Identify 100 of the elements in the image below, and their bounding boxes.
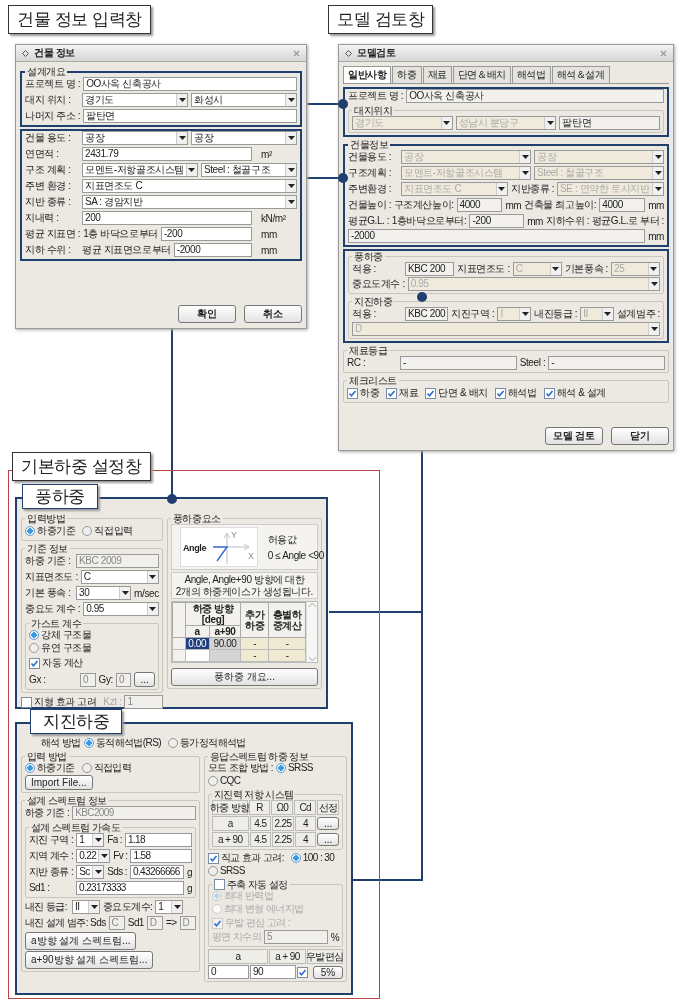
dropdown[interactable]: Sc [76,865,105,879]
dropdown[interactable]: 1 [155,900,184,914]
input-field[interactable]: -2000 [173,243,252,257]
tab[interactable]: 하중 [392,66,422,83]
window-title: 모델검토 [357,46,396,60]
input-field[interactable]: 0.23173333 [76,881,184,895]
tab[interactable]: 일반사항 [343,66,392,83]
tab[interactable]: 해석＆설계 [551,66,610,83]
group-title: 체크리스트 [348,375,398,386]
input-field[interactable]: 1.18 [124,833,192,847]
checkbox[interactable] [494,387,506,399]
radio-button[interactable] [82,526,93,536]
scrollbar[interactable] [306,602,317,662]
radio-button[interactable] [207,776,218,786]
unit-label: mm [261,228,277,240]
input-field[interactable]: KBC 200 [405,262,454,276]
tab[interactable]: 단면＆배치 [452,66,511,83]
button[interactable]: Import File... [25,775,93,790]
dropdown[interactable]: 0.95 [83,602,159,616]
radio-button[interactable] [25,763,35,773]
button[interactable]: ... [317,817,339,830]
checkbox[interactable] [347,387,358,399]
input-field[interactable]: -200 [469,214,525,228]
dropdown[interactable]: 공장 [191,131,297,145]
dropdown[interactable]: C [80,570,159,584]
scroll-up-icon[interactable] [307,602,317,608]
dropdown[interactable]: 30 [76,586,132,600]
dropdown[interactable]: 화성시 [191,93,297,107]
checkbox-label: 직교 효과 고려: [220,852,284,864]
input-field[interactable]: 0.43266666 [129,865,184,879]
radio-label: 최대 반력법 [223,890,274,902]
input-field[interactable]: 1.58 [130,849,192,863]
radio-button[interactable] [25,526,35,536]
checkbox[interactable] [21,696,32,708]
button[interactable]: a+90방향 설계 스펙트럼... [25,951,154,969]
button[interactable]: ... [134,672,155,687]
group-title: 설계 스펙트럼 가속도 [30,822,121,833]
close-icon[interactable] [293,49,300,57]
input-field[interactable]: -200 [160,227,252,241]
radio-button[interactable] [83,738,94,748]
input-field[interactable]: 200 [82,211,252,225]
radio-button[interactable] [81,763,92,773]
input-field[interactable]: 2431.79 [82,147,252,161]
input-field[interactable]: 90 [249,965,296,979]
input-field[interactable]: OO사옥 신축공사 [83,77,297,91]
close-icon[interactable] [660,49,667,57]
button[interactable]: 닫기 [611,427,669,445]
dropdown[interactable]: II [72,900,100,914]
checkbox[interactable] [29,657,40,669]
radio-button[interactable] [290,853,301,863]
input-field[interactable]: 팔탄면 [83,109,297,123]
field-label: 지반 종류 : [29,866,74,878]
button[interactable]: ... [317,833,339,846]
input-field[interactable]: 4000 [599,198,646,212]
column-header: a [207,949,269,964]
table-cell[interactable] [185,649,210,662]
field-label: 내진 등급: [25,901,67,913]
column-header: 선정 [317,800,339,815]
allowed-value-title: 허용값 [267,533,298,547]
dropdown[interactable]: 지표면조도 C [82,179,297,193]
dropdown[interactable]: 공장 [82,131,188,145]
radio-label: 등가정적해석법 [179,737,246,749]
input-field[interactable]: - [400,356,517,370]
group-title: 재료등급 [348,345,389,356]
dropdown[interactable]: SA : 경암지반 [82,195,297,209]
input-field[interactable]: OO사옥 신축공사 [406,89,664,103]
tab[interactable]: 재료 [422,66,452,83]
checkbox[interactable] [425,387,437,399]
button[interactable]: 모델 검토 [545,427,603,445]
dropdown[interactable]: Steel : 철골구조 [200,163,297,177]
checkbox[interactable] [543,387,555,399]
radio-button[interactable] [167,738,178,748]
button[interactable]: 5% [312,965,343,979]
dropdown[interactable]: 0.22 [76,849,111,863]
button[interactable]: 풍하중 개요... [170,668,318,686]
field-label: Sd1 [127,917,144,929]
radio-button[interactable] [276,763,286,773]
input-field[interactable]: 팔탄면 [559,116,660,130]
input-field[interactable]: 0 [207,965,249,979]
input-field[interactable]: - [548,356,665,370]
radio-button[interactable] [207,866,218,876]
dropdown[interactable]: 모멘트-저항골조시스템 [82,163,198,177]
button[interactable]: a방향 설계 스펙트럼... [25,932,137,950]
dropdown[interactable]: 1 [76,833,105,847]
button[interactable]: 취소 [244,305,302,323]
input-field[interactable]: -2000 [348,229,646,243]
field-label: 프로젝트 명 : [348,90,404,102]
scroll-down-icon[interactable] [307,656,317,662]
tab[interactable]: 해석법 [511,66,551,83]
button[interactable]: 확인 [178,305,236,323]
input-field[interactable]: KBC 200 [405,307,449,321]
radio-button[interactable] [29,630,39,640]
input-field[interactable]: 4000 [456,198,503,212]
field-label: Fa : [107,834,122,846]
dropdown[interactable]: 경기도 [82,93,188,107]
radio-button[interactable] [29,643,39,653]
checkbox[interactable] [207,852,219,864]
checkbox[interactable] [386,387,398,399]
checkbox[interactable] [213,879,225,890]
checkbox[interactable] [296,966,308,978]
